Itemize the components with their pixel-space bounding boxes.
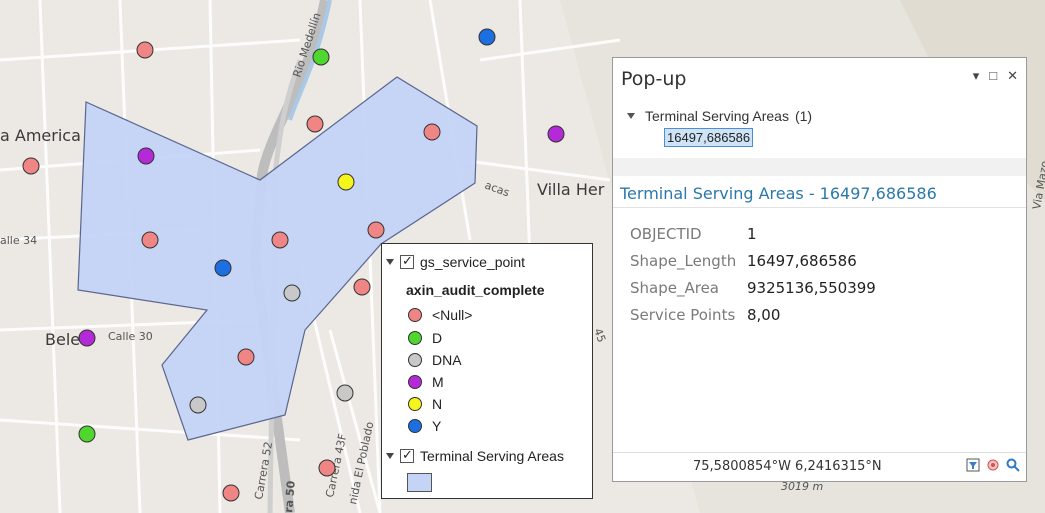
popup-title: Pop-up (621, 68, 687, 90)
map-label-calle-30: Calle 30 (108, 330, 153, 343)
attribute-row: OBJECTID 1 (630, 225, 757, 243)
maximize-icon[interactable]: □ (989, 68, 997, 84)
service-point[interactable] (222, 484, 240, 502)
n-symbol-icon (408, 397, 422, 411)
popup-tree-layer[interactable]: Terminal Serving Areas (1) (623, 108, 812, 124)
service-point[interactable] (137, 147, 155, 165)
polygon-symbol-icon (407, 473, 432, 492)
attribute-row: Shape_Area 9325136,550399 (630, 279, 876, 297)
legend-class: <Null> (382, 305, 472, 325)
coordinates-readout: 75,5800854°W 6,2416315°N (693, 459, 882, 474)
service-point[interactable] (478, 28, 496, 46)
service-point[interactable] (136, 41, 154, 59)
d-symbol-icon (408, 331, 422, 345)
attribute-row: Shape_Length 16497,686586 (630, 252, 857, 270)
popup-divider (613, 158, 1026, 176)
filter-icon[interactable] (966, 458, 980, 472)
legend-layer-service-point[interactable]: gs_service_point (382, 252, 525, 272)
legend-class: Y (382, 416, 441, 436)
layer-visibility-checkbox[interactable] (400, 253, 414, 269)
service-point[interactable] (312, 48, 330, 66)
service-point[interactable] (283, 284, 301, 302)
service-point[interactable] (423, 123, 441, 141)
map-legend: gs_service_point axin_audit_complete <Nu… (381, 243, 593, 499)
popup-feature-title: Terminal Serving Areas - 16497,686586 (620, 184, 937, 203)
service-point[interactable] (547, 125, 565, 143)
service-point[interactable] (141, 231, 159, 249)
service-point[interactable] (214, 259, 232, 277)
map-label-carrera-50: ra 50 (282, 480, 298, 513)
y-symbol-icon (408, 419, 422, 433)
service-point[interactable] (367, 221, 385, 239)
service-point[interactable] (337, 173, 355, 191)
null-symbol-icon (408, 308, 422, 322)
map-label-belen: Bele (45, 330, 80, 349)
service-point[interactable] (189, 396, 207, 414)
legend-class: D (382, 328, 442, 348)
layer-visibility-checkbox[interactable] (400, 447, 414, 463)
popup-pane: Pop-up ▾ □ ✕ Terminal Serving Areas (1) … (612, 57, 1027, 482)
service-point[interactable] (22, 157, 40, 175)
service-point[interactable] (271, 231, 289, 249)
map-label-villa-hermosa: Villa Her (537, 180, 605, 199)
service-point[interactable] (336, 384, 354, 402)
service-point[interactable] (306, 115, 324, 133)
popup-tree-feature[interactable]: 16497,686586 (664, 128, 754, 147)
service-point[interactable] (237, 348, 255, 366)
popup-status-bar: 75,5800854°W 6,2416315°N (613, 452, 1026, 481)
popup-separator (613, 207, 1026, 208)
legend-class: M (382, 372, 444, 392)
zoom-to-icon[interactable] (1006, 458, 1020, 472)
m-symbol-icon (408, 375, 422, 389)
service-point[interactable] (78, 329, 96, 347)
legend-layer-terminal-areas[interactable]: Terminal Serving Areas (382, 446, 564, 466)
map-label-la-america: a America (0, 126, 81, 145)
flash-icon[interactable] (986, 458, 1000, 472)
map-label-calle-34: alle 34 (0, 234, 37, 247)
service-point[interactable] (353, 278, 371, 296)
legend-layer-label: gs_service_point (420, 254, 526, 270)
close-icon[interactable]: ✕ (1007, 68, 1018, 84)
collapse-arrow-icon[interactable] (386, 453, 394, 459)
legend-field-name: axin_audit_complete (406, 282, 545, 298)
attribute-row: Service Points 8,00 (630, 306, 781, 324)
legend-class: DNA (382, 350, 462, 370)
menu-dropdown-icon[interactable]: ▾ (973, 68, 980, 84)
service-point[interactable] (318, 459, 336, 477)
legend-layer-label: Terminal Serving Areas (420, 448, 564, 464)
collapse-arrow-icon[interactable] (386, 259, 394, 265)
collapse-arrow-icon[interactable] (627, 113, 635, 119)
legend-class: N (382, 394, 442, 414)
dna-symbol-icon (408, 353, 422, 367)
service-point[interactable] (78, 425, 96, 443)
